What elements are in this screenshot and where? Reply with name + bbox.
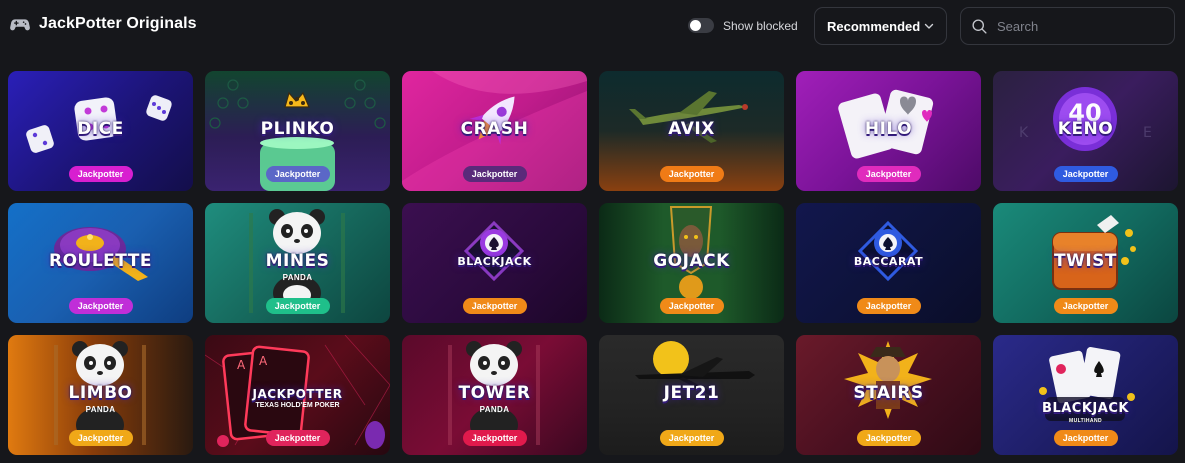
game-card-blackjack-multihand[interactable]: BLACKJACK MULTIHAND Jackpotter xyxy=(993,335,1178,455)
game-title: TWIST xyxy=(1053,251,1117,271)
provider-badge: Jackpotter xyxy=(856,298,921,314)
provider-badge: Jackpotter xyxy=(265,166,330,182)
svg-text:A: A xyxy=(237,358,246,372)
provider-badge: Jackpotter xyxy=(1053,298,1118,314)
page-title: JackPotter Originals xyxy=(39,15,197,32)
game-title: MINES xyxy=(265,251,330,271)
game-subtitle: PANDA xyxy=(85,405,116,414)
provider-badge: Jackpotter xyxy=(68,298,133,314)
crown-icon xyxy=(284,91,310,108)
show-blocked-toggle[interactable]: Show blocked xyxy=(688,18,798,33)
game-title: JACKPOTTER xyxy=(252,387,343,401)
toggle-knob xyxy=(690,20,701,31)
provider-badge: Jackpotter xyxy=(265,430,330,446)
provider-badge: Jackpotter xyxy=(462,166,527,182)
game-title: CRASH xyxy=(460,119,529,139)
game-subtitle: PANDA xyxy=(282,273,313,282)
sort-select[interactable]: Recommended xyxy=(814,7,947,45)
game-title: BLACKJACK xyxy=(1042,401,1129,416)
search-input[interactable] xyxy=(997,18,1157,34)
game-title: GOJACK xyxy=(653,251,730,271)
game-card-stairs[interactable]: STAIRS Jackpotter xyxy=(796,335,981,455)
gamepad-icon xyxy=(10,19,30,31)
game-card-keno[interactable]: 40 K E KENO Jackpotter xyxy=(993,71,1178,191)
game-card-plinko[interactable]: PLINKO Jackpotter xyxy=(205,71,390,191)
game-title: HILO xyxy=(864,119,913,139)
game-title: STAIRS xyxy=(853,383,924,403)
provider-badge: Jackpotter xyxy=(68,166,133,182)
provider-badge: Jackpotter xyxy=(265,298,330,314)
game-title: ROULETTE xyxy=(49,251,152,271)
provider-badge: Jackpotter xyxy=(1053,166,1118,182)
provider-badge: Jackpotter xyxy=(856,430,921,446)
game-title: KENO xyxy=(1057,119,1114,139)
game-card-jet21[interactable]: JET21 Jackpotter xyxy=(599,335,784,455)
provider-badge: Jackpotter xyxy=(1053,430,1118,446)
game-title: JET21 xyxy=(663,383,720,403)
provider-badge: Jackpotter xyxy=(659,298,724,314)
game-card-dice[interactable]: DICE Jackpotter xyxy=(8,71,193,191)
game-card-mines[interactable]: MINES PANDA Jackpotter xyxy=(205,203,390,323)
search-box[interactable] xyxy=(960,7,1175,45)
game-title: BLACKJACK xyxy=(457,255,532,268)
game-subtitle: PANDA xyxy=(479,405,510,414)
game-title: BACCARAT xyxy=(853,255,924,268)
playing-cards-icon xyxy=(1039,347,1135,404)
header: JackPotter Originals Show blocked Recomm… xyxy=(0,0,1185,52)
provider-badge: Jackpotter xyxy=(659,430,724,446)
game-card-tower[interactable]: TOWER PANDA Jackpotter xyxy=(402,335,587,455)
game-title: AVIX xyxy=(668,119,715,139)
game-card-gojack[interactable]: GOJACK Jackpotter xyxy=(599,203,784,323)
game-card-avix[interactable]: AVIX Jackpotter xyxy=(599,71,784,191)
toggle-switch[interactable] xyxy=(688,18,714,33)
provider-badge: Jackpotter xyxy=(659,166,724,182)
game-title: LIMBO xyxy=(68,383,133,403)
chevron-down-icon xyxy=(924,23,934,29)
show-blocked-label: Show blocked xyxy=(723,18,798,33)
game-card-limbo[interactable]: LIMBO PANDA Jackpotter xyxy=(8,335,193,455)
provider-badge: Jackpotter xyxy=(462,298,527,314)
game-card-poker[interactable]: A A JACKPOTTER TEXAS HOLD'EM POKER Jackp… xyxy=(205,335,390,455)
brand: JackPotter Originals xyxy=(9,13,197,35)
game-card-crash[interactable]: CRASH Jackpotter xyxy=(402,71,587,191)
sort-select-value: Recommended xyxy=(827,18,921,34)
poker-chip-icon xyxy=(463,220,525,282)
game-card-blackjack[interactable]: BLACKJACK Jackpotter xyxy=(402,203,587,323)
game-title: DICE xyxy=(77,119,124,139)
game-card-hilo[interactable]: HILO Jackpotter xyxy=(796,71,981,191)
provider-badge: Jackpotter xyxy=(856,166,921,182)
game-card-baccarat[interactable]: BACCARAT Jackpotter xyxy=(796,203,981,323)
game-title: TOWER xyxy=(458,383,531,403)
game-card-twist[interactable]: TWIST Jackpotter xyxy=(993,203,1178,323)
poker-chip-icon xyxy=(857,220,919,282)
game-subtitle: TEXAS HOLD'EM POKER xyxy=(255,402,340,409)
provider-badge: Jackpotter xyxy=(68,430,133,446)
game-card-roulette[interactable]: ROULETTE Jackpotter xyxy=(8,203,193,323)
search-icon xyxy=(972,18,987,34)
provider-badge: Jackpotter xyxy=(462,430,527,446)
game-title: PLINKO xyxy=(260,119,335,139)
svg-text:A: A xyxy=(259,354,268,368)
games-grid: DICE Jackpotter PLINKO Jackpotter CRASH … xyxy=(8,71,1178,455)
game-subtitle: MULTIHAND xyxy=(1069,418,1102,424)
